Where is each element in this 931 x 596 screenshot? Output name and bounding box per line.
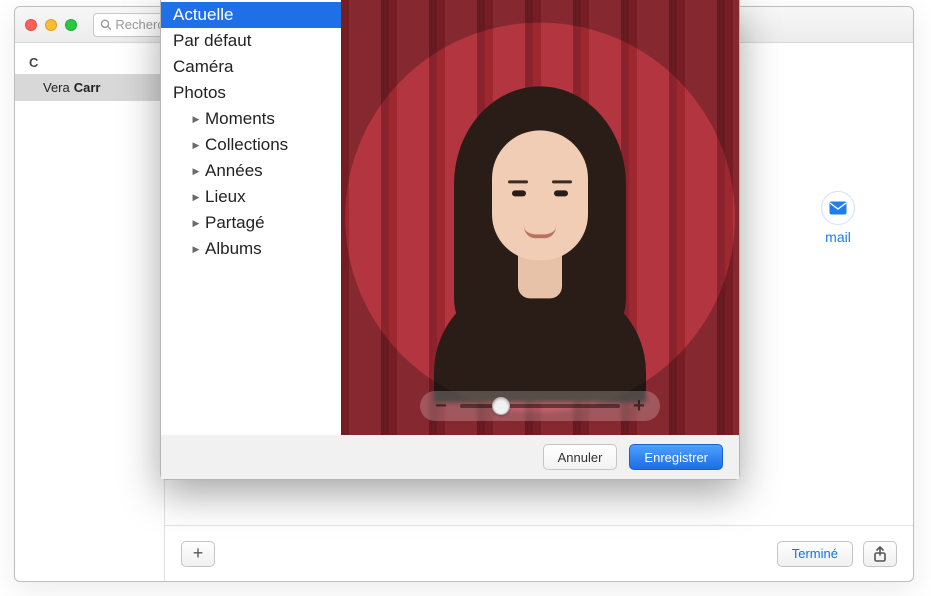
crop-mask xyxy=(341,0,739,435)
source-years[interactable]: ▶ Années xyxy=(161,158,341,184)
source-sub-label: Albums xyxy=(205,239,262,259)
zoom-out-icon[interactable]: − xyxy=(432,395,450,418)
save-button[interactable]: Enregistrer xyxy=(629,444,723,470)
source-photos[interactable]: Photos xyxy=(161,80,341,106)
contact-last-name: Carr xyxy=(74,80,101,95)
source-default[interactable]: Par défaut xyxy=(161,28,341,54)
source-sub-label: Lieux xyxy=(205,187,246,207)
source-collections[interactable]: ▶ Collections xyxy=(161,132,341,158)
mail-label: mail xyxy=(825,229,851,245)
minimize-button[interactable] xyxy=(45,19,57,31)
source-albums[interactable]: ▶ Albums xyxy=(161,236,341,262)
source-moments[interactable]: ▶ Moments xyxy=(161,106,341,132)
photo-preview[interactable]: − + xyxy=(341,0,739,435)
zoom-thumb[interactable] xyxy=(492,397,510,415)
section-header: C xyxy=(15,51,164,74)
window-controls xyxy=(25,19,77,31)
contact-row[interactable]: Vera Carr xyxy=(15,74,164,101)
source-sub-label: Années xyxy=(205,161,263,181)
chevron-right-icon: ▶ xyxy=(191,244,201,255)
mail-action[interactable]: mail xyxy=(821,191,855,245)
chevron-right-icon: ▶ xyxy=(191,218,201,229)
cancel-button[interactable]: Annuler xyxy=(543,444,618,470)
zoom-button[interactable] xyxy=(65,19,77,31)
source-current[interactable]: Actuelle xyxy=(161,2,341,28)
sheet-footer: Annuler Enregistrer xyxy=(161,435,739,479)
zoom-slider[interactable]: − + xyxy=(420,391,660,421)
add-button[interactable]: + xyxy=(181,541,215,567)
photo-edit-sheet: Actuelle Par défaut Caméra Photos ▶ Momen… xyxy=(160,0,740,480)
chevron-right-icon: ▶ xyxy=(191,166,201,177)
done-button[interactable]: Terminé xyxy=(777,541,853,567)
plus-icon: + xyxy=(193,543,204,564)
close-button[interactable] xyxy=(25,19,37,31)
detail-footer: + Terminé xyxy=(165,525,913,581)
source-list: Actuelle Par défaut Caméra Photos ▶ Momen… xyxy=(161,0,341,435)
chevron-right-icon: ▶ xyxy=(191,192,201,203)
mail-icon xyxy=(829,201,847,215)
source-sub-label: Partagé xyxy=(205,213,265,233)
zoom-track[interactable] xyxy=(460,404,620,408)
contacts-sidebar: C Vera Carr xyxy=(15,43,165,581)
zoom-in-icon[interactable]: + xyxy=(630,395,648,418)
chevron-right-icon: ▶ xyxy=(191,114,201,125)
chevron-right-icon: ▶ xyxy=(191,140,201,151)
contact-first-name: Vera xyxy=(43,80,70,95)
source-places[interactable]: ▶ Lieux xyxy=(161,184,341,210)
source-camera[interactable]: Caméra xyxy=(161,54,341,80)
source-sub-label: Collections xyxy=(205,135,288,155)
mail-icon-circle xyxy=(821,191,855,225)
search-icon xyxy=(100,18,111,31)
sheet-body: Actuelle Par défaut Caméra Photos ▶ Momen… xyxy=(161,0,739,435)
source-shared[interactable]: ▶ Partagé xyxy=(161,210,341,236)
share-button[interactable] xyxy=(863,541,897,567)
share-icon xyxy=(873,546,887,562)
source-sub-label: Moments xyxy=(205,109,275,129)
